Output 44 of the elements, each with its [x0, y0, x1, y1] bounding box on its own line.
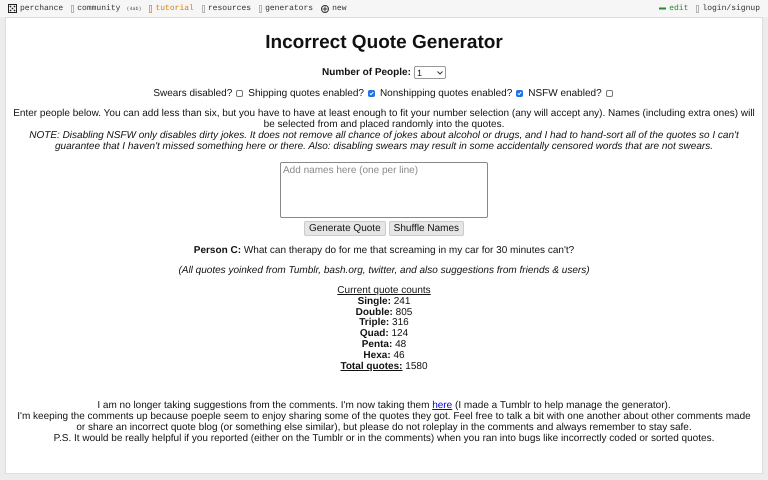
dice-icon	[8, 4, 17, 13]
option-label: Swears disabled?	[153, 88, 232, 99]
option-checkbox[interactable]	[236, 90, 244, 97]
action-button[interactable]: Shuffle Names	[388, 221, 464, 236]
option-checkbox[interactable]	[368, 90, 375, 97]
count-line: Quad: 124	[360, 329, 408, 340]
glyph-icon	[202, 4, 205, 12]
glyph-icon	[149, 4, 152, 12]
footer-text: I'm keeping the comments up because poeple seem to enjoy sharing some of the quotes they got. Feel free to talk a bit with one another about other comments made or share an incorrect quote blog (or something else similar), but please do not roleplay in the comments and always remember to stay safe.	[16, 411, 752, 434]
nav-link[interactable]: resources	[202, 4, 252, 13]
count-line: Hexa: 46	[363, 350, 405, 362]
nav-link[interactable]: generators	[259, 4, 314, 13]
intro-text: Enter people below. You can add less than six, but you have to have at least enough to fit your number selection (any will accept any). Names (including extra ones) will be selected from and placed randomly into the quotes.	[12, 108, 756, 130]
suggestions-text: I am no longer taking suggestions from the comments. I'm now taking them here (I made a Tumblr to help manage the generator).	[97, 400, 671, 412]
glyph-icon	[259, 4, 262, 12]
option-label: Nonshipping quotes enabled?	[380, 88, 512, 99]
page-title: Incorrect Quote Generator	[265, 32, 503, 54]
nsfw-note: NOTE: Disabling NSFW only disables dirty jokes. It does not remove all chance of jokes about alcohol or drugs, and I had to hand-sort all of the quotes so I can't guarantee that I haven't missed something here or there. Also: disabling swears may result in some accidentally censored words that are not swears.	[28, 130, 740, 152]
action-button[interactable]: Generate Quote	[304, 221, 386, 236]
option-label: NSFW enabled?	[528, 88, 602, 99]
people-label: Number of People:	[322, 67, 411, 78]
counts-heading: Current quote counts	[337, 286, 431, 296]
count-line: Triple: 316	[359, 318, 409, 329]
plus-icon	[321, 4, 330, 12]
credits-text: (All quotes yoinked from Tumblr, bash.org, twitter, and also suggestions from friends & users)	[178, 265, 590, 276]
count-line: Single: 241	[358, 296, 410, 307]
generated-quote: Person C: What can therapy do for me that screaming in my car for 30 minutes can't?	[194, 245, 574, 256]
count-line: Penta: 48	[362, 340, 406, 351]
footer-text: P.S. It would be really helpful if you reported (either on the Tumblr or in the comments) when you ran into bugs like incorrectly coded or sorted quotes.	[54, 433, 714, 444]
glyph-icon	[696, 4, 700, 12]
option-checkbox[interactable]	[516, 90, 524, 97]
nav-link[interactable]: edit	[659, 4, 688, 13]
here-link[interactable]: here	[432, 400, 452, 412]
nav-link[interactable]: new	[321, 4, 346, 13]
names-field[interactable]: Add names here (one per line)	[280, 162, 488, 218]
nav-link[interactable]: login/signup	[696, 4, 760, 13]
total-line: Total quotes: 1580	[340, 362, 428, 372]
people-select[interactable]: 1	[414, 66, 446, 79]
count-line: Double: 805	[356, 308, 412, 318]
option-label: Shipping quotes enabled?	[248, 88, 364, 99]
caret-icon	[436, 70, 443, 74]
option-checkbox[interactable]	[606, 90, 613, 97]
nav-link[interactable]: perchance	[8, 4, 64, 13]
glyph-icon	[71, 4, 74, 12]
